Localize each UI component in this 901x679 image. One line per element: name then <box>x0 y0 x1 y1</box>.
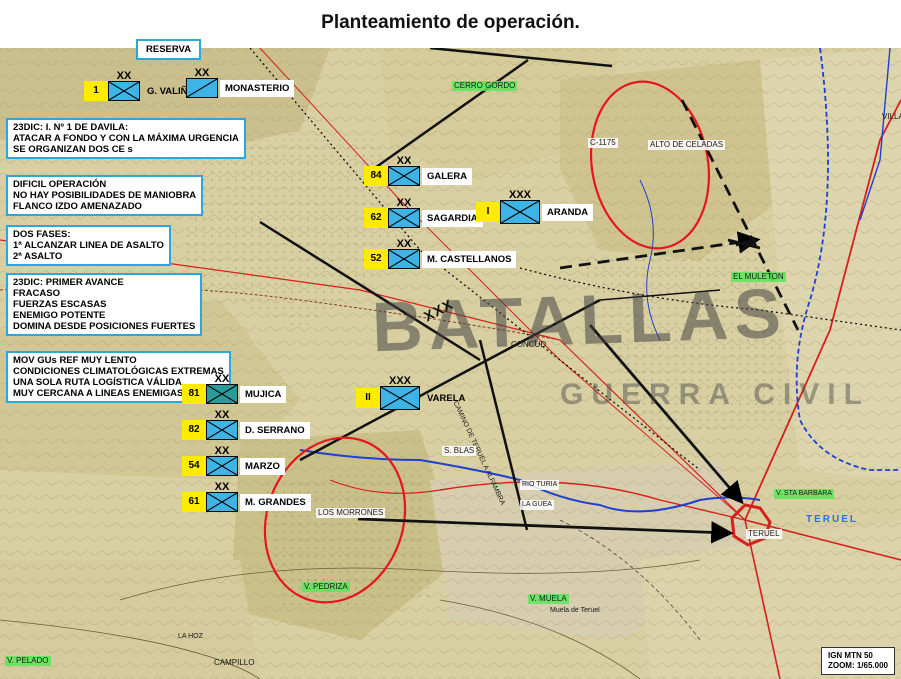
note-line: 23DIC: I. Nº 1 DE DAVILA: <box>13 122 129 133</box>
unit-number: 62 <box>364 208 388 228</box>
note-primer-avance: 23DIC: PRIMER AVANCE FRACASO FUERZAS ESC… <box>6 273 203 336</box>
place-alto-celadas: ALTO DE CELADAS <box>648 140 726 150</box>
unit-sagardia: 62 XX SAGARDIA <box>364 198 483 230</box>
place-los-morrones: LOS MORRONES <box>316 508 386 518</box>
infantry-division-symbol: XX <box>206 446 238 476</box>
unit-name: M. CASTELLANOS <box>422 250 517 268</box>
note-line: MOV GUs REF MUY LENTO <box>13 355 137 366</box>
place-v-pedriza: V. PEDRIZA <box>302 582 350 592</box>
army-corps-symbol: XXX <box>500 190 540 224</box>
place-s-blas: S. BLAS <box>442 446 477 456</box>
note-line: ENEMIGO POTENTE <box>13 310 106 321</box>
unit-name: VARELA <box>427 392 466 404</box>
place-la-hoz: LA HOZ <box>178 633 203 640</box>
echelon-mark: XX <box>214 481 230 493</box>
unit-galera: 84 XX GALERA <box>364 156 473 188</box>
unit-number: 84 <box>364 166 388 186</box>
echelon-mark: XX <box>396 197 412 209</box>
note-line: 23DIC: PRIMER AVANCE <box>13 277 124 288</box>
unit-name: MONASTERIO <box>220 79 295 97</box>
place-rio-turia: RIO TURIA <box>520 480 560 490</box>
unit-mujica: 81 XX MUJICA <box>182 374 287 406</box>
place-teruel: TERUEL <box>746 529 782 539</box>
place-v-muela: V. MUELA <box>528 594 569 604</box>
echelon-mark: XX <box>116 70 132 82</box>
note-line: DIFICIL OPERACIÓN <box>13 179 107 190</box>
echelon-mark: XX <box>214 409 230 421</box>
unit-number: 81 <box>182 384 206 404</box>
note-line: 2ª ASALTO <box>13 251 63 262</box>
unit-number: II <box>356 388 380 408</box>
note-line: NO HAY POSIBILIDADES DE MANIOBRA <box>13 190 197 201</box>
place-sta-barbara: V. STA BARBARA <box>774 489 835 499</box>
watermark-subtext: GUERRA CIVIL <box>560 378 870 411</box>
note-line: CONDICIONES CLIMATOLÓGICAS EXTREMAS <box>13 366 224 377</box>
unit-number: 61 <box>182 492 206 512</box>
infantry-division-symbol: XX <box>206 410 238 440</box>
place-muela-teruel: Muela de Teruel <box>550 607 600 614</box>
unit-number: 54 <box>182 456 206 476</box>
unit-monasterio: XX MONASTERIO <box>186 68 295 100</box>
unit-castellanos: 52 XX M. CASTELLANOS <box>364 239 517 271</box>
note-line: ATACAR A FONDO Y CON LA MÁXIMA URGENCIA <box>13 133 239 144</box>
unit-name: SAGARDIA <box>422 209 483 227</box>
note-davila: 23DIC: I. Nº 1 DE DAVILA: ATACAR A FONDO… <box>6 118 246 159</box>
echelon-mark: XX <box>194 67 210 79</box>
infantry-division-symbol: XX <box>206 482 238 512</box>
army-corps-symbol: XXX <box>380 376 420 410</box>
place-teruel-map: TERUEL <box>806 514 858 525</box>
unit-varela: II XXX VARELA <box>356 376 470 410</box>
infantry-division-symbol: XX <box>388 239 420 269</box>
echelon-mark: XX <box>396 155 412 167</box>
unit-number: 1 <box>84 81 108 101</box>
map-slide: Planteamiento de operación. BATALLAS GUE… <box>0 0 901 679</box>
note-line: 1ª ALCANZAR LINEA DE ASALTO <box>13 240 164 251</box>
unit-valino: 1 XX G. VALIÑO <box>84 71 200 103</box>
infantry-division-symbol: XX <box>108 71 140 101</box>
note-line: FLANCO IZDO AMENAZADO <box>13 201 142 212</box>
infantry-division-symbol: XX <box>388 198 420 228</box>
echelon-mark: XX <box>214 373 230 385</box>
scale-box: IGN MTN 50 ZOOM: 1/65.000 <box>820 647 895 675</box>
note-line: DOS FASES: <box>13 229 71 240</box>
unit-number: I <box>476 202 500 222</box>
place-villalba: VILLALBA <box>882 112 901 121</box>
unit-name: D. SERRANO <box>240 421 310 439</box>
note-line: FUERZAS ESCASAS <box>13 299 107 310</box>
note-fases: DOS FASES: 1ª ALCANZAR LINEA DE ASALTO 2… <box>6 225 171 266</box>
note-line: SE ORGANIZAN DOS CE s <box>13 144 133 155</box>
unit-serrano: 82 XX D. SERRANO <box>182 410 310 442</box>
unit-number: 82 <box>182 420 206 440</box>
infantry-division-symbol: XX <box>388 156 420 186</box>
infantry-division-symbol: XX <box>206 374 238 404</box>
place-v-pelado: V. PELADO <box>5 656 51 666</box>
place-campillo: CAMPILLO <box>214 658 255 667</box>
unit-name: ARANDA <box>542 203 594 221</box>
reserva-label: RESERVA <box>136 39 202 60</box>
echelon-mark: XXX <box>388 375 411 387</box>
scale-zoom: ZOOM: 1/65.000 <box>827 661 888 670</box>
unit-name: M. GRANDES <box>240 493 311 511</box>
place-la-guea: LA GUEA <box>520 500 554 510</box>
echelon-mark: XXX <box>508 189 531 201</box>
unit-aranda: I XXX ARANDA <box>476 190 594 224</box>
unit-name: GALERA <box>422 167 473 185</box>
unit-number: 52 <box>364 249 388 269</box>
unit-name: MARZO <box>240 457 285 475</box>
scale-source: IGN MTN 50 <box>827 651 873 660</box>
note-line: FRACASO <box>13 288 60 299</box>
unit-name: MUJICA <box>240 385 287 403</box>
place-c1175: C-1175 <box>588 138 618 148</box>
echelon-mark: XX <box>396 238 412 250</box>
cavalry-division-symbol: XX <box>186 68 218 98</box>
unit-grandes: 61 XX M. GRANDES <box>182 482 311 514</box>
echelon-mark: XX <box>214 445 230 457</box>
place-cerro-gordo: CERRO GORDO <box>452 81 518 91</box>
place-el-mulleton: EL MULETON <box>731 272 786 282</box>
unit-marzo: 54 XX MARZO <box>182 446 285 478</box>
place-concud: CONCUD <box>511 340 547 349</box>
note-dificil: DIFICIL OPERACIÓN NO HAY POSIBILIDADES D… <box>6 175 204 216</box>
page-title: Planteamiento de operación. <box>321 12 580 33</box>
note-line: DOMINA DESDE POSICIONES FUERTES <box>13 321 196 332</box>
